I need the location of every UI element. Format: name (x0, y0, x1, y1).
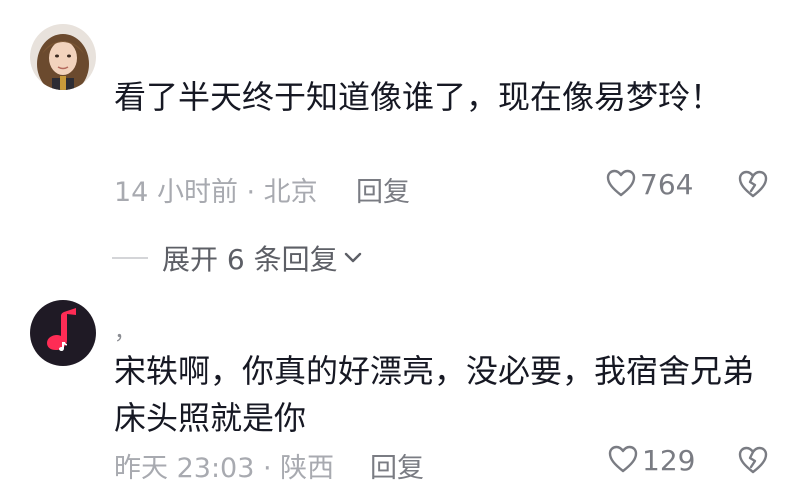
comment-text: 宋轶啊，你真的好漂亮，没必要，我宿舍兄弟床头照就是你 (114, 352, 755, 437)
username[interactable]: ， (114, 314, 138, 346)
chevron-down-icon (344, 252, 362, 264)
comment-item: 看了半天终于知道像谁了，现在像易梦玲！ 14 小时前 · 北京 回复 764 (0, 0, 800, 230)
broken-heart-icon[interactable] (738, 446, 768, 478)
avatar[interactable] (30, 300, 96, 366)
comment-item: ， 宋轶啊，你真的好漂亮，没必要，我宿舍兄弟床头照就是你 昨天 23:03 · … (0, 290, 800, 496)
reply-button[interactable]: 回复 (356, 170, 410, 209)
heart-outline-icon (608, 445, 638, 477)
comment-time-location: 14 小时前 · 北京 (114, 177, 318, 208)
comment-text: 看了半天终于知道像谁了，现在像易梦玲！ (114, 78, 723, 116)
like-count: 764 (640, 168, 694, 201)
reply-button[interactable]: 回复 (370, 446, 424, 485)
avatar[interactable] (30, 24, 96, 90)
like-count: 129 (642, 444, 696, 477)
divider (112, 257, 148, 259)
like-button[interactable]: 129 (608, 444, 695, 477)
heart-outline-icon (606, 169, 636, 201)
comment-time-location: 昨天 23:03 · 陕西 (114, 453, 335, 484)
like-button[interactable]: 764 (606, 168, 693, 201)
expand-replies-label: 展开 6 条回复 (162, 243, 338, 276)
expand-replies-button[interactable]: 展开 6 条回复 (112, 238, 362, 278)
broken-heart-icon[interactable] (738, 170, 768, 202)
